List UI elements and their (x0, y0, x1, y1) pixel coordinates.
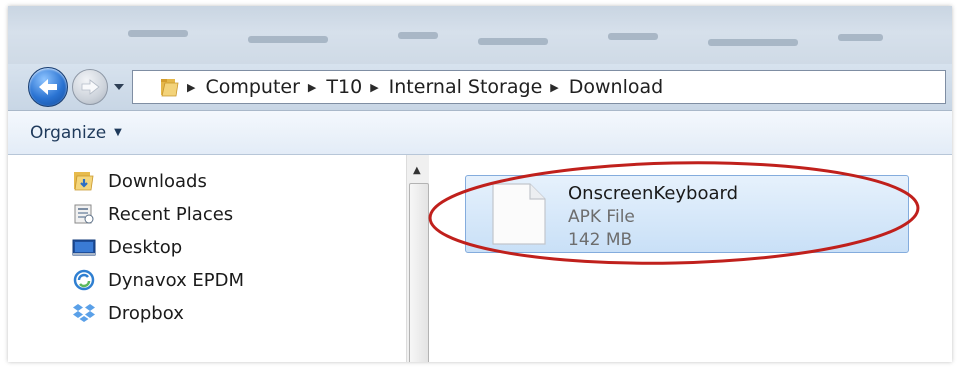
breadcrumb-arrow-icon[interactable]: ▶ (370, 81, 378, 94)
nav-item-desktop[interactable]: Desktop (72, 233, 182, 261)
scroll-up-arrow-icon[interactable]: ▲ (413, 165, 421, 176)
organize-label: Organize (30, 122, 107, 143)
chevron-down-icon (114, 84, 124, 90)
navigation-row: ▶ Computer ▶ T10 ▶ Internal Storage ▶ Do… (8, 64, 952, 111)
recent-places-icon (72, 203, 96, 225)
nav-item-downloads[interactable]: Downloads (72, 167, 207, 195)
folder-icon (161, 79, 179, 97)
dynavox-icon (72, 269, 96, 291)
file-size: 142 MB (568, 230, 633, 250)
breadcrumb-arrow-icon[interactable]: ▶ (187, 81, 195, 94)
command-toolbar: Organize ▼ (8, 111, 952, 155)
breadcrumb-download[interactable]: Download (569, 76, 663, 98)
nav-item-label: Dynavox EPDM (108, 269, 245, 291)
organize-button[interactable]: Organize ▼ (30, 111, 122, 154)
nav-item-label: Desktop (108, 236, 183, 258)
breadcrumb: ▶ Computer ▶ T10 ▶ Internal Storage ▶ Do… (187, 71, 663, 103)
file-list-pane: OnscreenKeyboard APK File 142 MB (429, 155, 952, 362)
nav-pane-scrollbar[interactable]: ▲ (406, 155, 429, 362)
downloads-folder-icon (72, 170, 96, 192)
breadcrumb-arrow-icon[interactable]: ▶ (550, 81, 558, 94)
breadcrumb-internal-storage[interactable]: Internal Storage (389, 76, 543, 98)
title-bar (8, 6, 952, 64)
forward-button[interactable] (72, 69, 108, 105)
nav-item-label: Dropbox (108, 302, 184, 324)
navigation-pane: Downloads Recent Places Desktop Dynavox … (8, 155, 428, 362)
blank-document-icon (492, 183, 546, 245)
breadcrumb-computer[interactable]: Computer (205, 76, 299, 98)
file-type: APK File (568, 207, 635, 227)
nav-item-label: Downloads (108, 170, 207, 192)
address-bar[interactable]: ▶ Computer ▶ T10 ▶ Internal Storage ▶ Do… (132, 70, 946, 104)
nav-item-dropbox[interactable]: Dropbox (72, 299, 184, 327)
file-name: OnscreenKeyboard (568, 183, 739, 204)
scrollbar-thumb[interactable] (409, 183, 429, 362)
nav-item-label: Recent Places (108, 203, 234, 225)
back-arrow-icon (39, 79, 57, 95)
explorer-window: ▶ Computer ▶ T10 ▶ Internal Storage ▶ Do… (8, 6, 952, 362)
recent-pages-dropdown[interactable] (112, 78, 126, 94)
back-button[interactable] (28, 67, 68, 107)
file-item-onscreenkeyboard[interactable]: OnscreenKeyboard APK File 142 MB (465, 175, 909, 253)
dropbox-icon (72, 302, 96, 324)
desktop-icon (72, 236, 96, 258)
breadcrumb-arrow-icon[interactable]: ▶ (308, 81, 316, 94)
chevron-down-icon: ▼ (114, 127, 122, 138)
breadcrumb-t10[interactable]: T10 (326, 76, 362, 98)
nav-item-recent-places[interactable]: Recent Places (72, 200, 233, 228)
forward-arrow-icon (81, 79, 100, 95)
nav-item-dynavox-epdm[interactable]: Dynavox EPDM (72, 266, 244, 294)
